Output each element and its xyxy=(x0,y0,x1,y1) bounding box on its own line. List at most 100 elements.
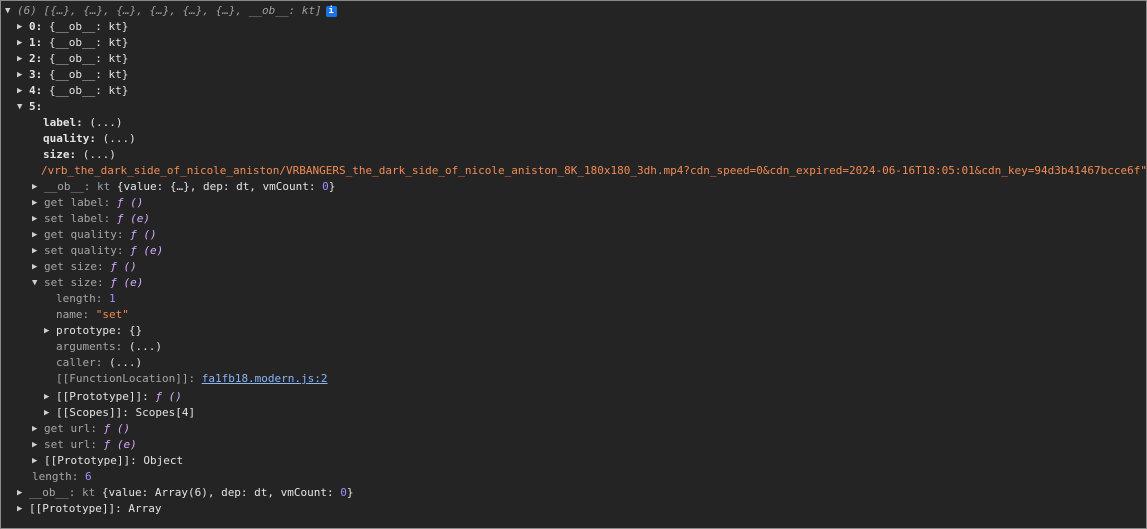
array-item-row[interactable]: 2: {__ob__: kt} xyxy=(17,51,128,67)
ob-summary: {value: {…}, dep: dt, vmCount: xyxy=(116,180,316,193)
function-location-row: [[FunctionLocation]]: fa1fb18.modern.js:… xyxy=(56,371,328,387)
property-key: set size: xyxy=(44,276,104,289)
property-value[interactable]: (...) xyxy=(89,115,122,131)
vmcount-value: 0 xyxy=(340,486,347,499)
expand-triangle-icon[interactable] xyxy=(32,211,44,227)
property-key: name: xyxy=(56,308,90,321)
ob-summary: {value: Array(6), dep: dt, vmCount: xyxy=(101,486,334,499)
array-item-row[interactable]: 3: {__ob__: kt} xyxy=(17,67,128,83)
expand-triangle-icon[interactable] xyxy=(32,227,44,243)
quality-property: quality: (...) xyxy=(43,131,136,147)
array-ob-row[interactable]: __ob__: kt {value: Array(6), dep: dt, vm… xyxy=(17,485,354,501)
setter-row[interactable]: set label: ƒ (e) xyxy=(32,211,150,227)
expand-triangle-icon[interactable] xyxy=(32,179,44,195)
ob-summary-close: } xyxy=(346,486,354,499)
property-key: get size: xyxy=(44,260,104,273)
getter-row[interactable]: get quality: ƒ () xyxy=(32,227,157,243)
array-summary-row[interactable]: (6) [{…}, {…}, {…}, {…}, {…}, {…}, __ob_… xyxy=(5,3,337,19)
length-property: length: 1 xyxy=(56,291,116,307)
expand-triangle-icon[interactable] xyxy=(44,323,56,339)
info-icon[interactable]: i xyxy=(325,5,337,17)
expand-triangle-icon[interactable] xyxy=(44,405,56,421)
expand-triangle-icon[interactable] xyxy=(17,19,29,35)
expand-triangle-icon[interactable] xyxy=(17,67,29,83)
property-key: __ob__: xyxy=(29,486,76,499)
expand-triangle-icon[interactable] xyxy=(44,389,56,405)
expand-triangle-icon[interactable] xyxy=(17,35,29,51)
collapse-triangle-icon[interactable] xyxy=(17,99,29,115)
array-item-row[interactable]: 4: {__ob__: kt} xyxy=(17,83,128,99)
function-value: ƒ (e) xyxy=(110,276,144,289)
item-value: {__ob__: kt} xyxy=(48,36,129,49)
property-key: arguments: xyxy=(56,340,123,353)
expand-triangle-icon[interactable] xyxy=(17,485,29,501)
property-value[interactable]: (...) xyxy=(103,131,136,147)
property-value[interactable]: (...) xyxy=(109,355,142,371)
label-property: label: (...) xyxy=(43,115,123,131)
setter-row[interactable]: set url: ƒ (e) xyxy=(32,437,137,453)
array-item-row[interactable]: 1: {__ob__: kt} xyxy=(17,35,128,51)
function-value: ƒ (e) xyxy=(130,244,164,257)
arguments-property: arguments: (...) xyxy=(56,339,162,355)
expand-triangle-icon[interactable] xyxy=(17,83,29,99)
array-item-5-row[interactable]: 5: xyxy=(17,99,42,115)
ob-property-row[interactable]: __ob__: kt {value: {…}, dep: dt, vmCount… xyxy=(32,179,335,195)
scopes-row[interactable]: [[Scopes]]: Scopes[4] xyxy=(44,405,195,421)
expand-triangle-icon[interactable] xyxy=(17,51,29,67)
function-prototype-row[interactable]: [[Prototype]]: ƒ () xyxy=(44,389,182,405)
property-value[interactable]: (...) xyxy=(83,147,116,163)
function-value: ƒ (e) xyxy=(116,212,150,225)
collapse-triangle-icon[interactable] xyxy=(32,275,44,291)
prototype-row[interactable]: prototype: {} xyxy=(44,323,142,339)
expand-triangle-icon[interactable] xyxy=(32,195,44,211)
property-key: set url: xyxy=(44,438,97,451)
property-value: Scopes[4] xyxy=(135,406,196,419)
item-value: {__ob__: kt} xyxy=(48,52,129,65)
property-key: size: xyxy=(43,148,77,161)
source-link[interactable]: fa1fb18.modern.js:2 xyxy=(202,371,328,387)
item-value: {__ob__: kt} xyxy=(48,20,129,33)
property-value: {} xyxy=(128,324,143,337)
property-key: set label: xyxy=(44,212,111,225)
array-summary: (6) [{…}, {…}, {…}, {…}, {…}, {…}, __ob_… xyxy=(17,4,322,17)
item-value: {__ob__: kt} xyxy=(48,84,129,97)
ob-type: kt xyxy=(81,486,96,499)
item-key: 1 xyxy=(29,36,36,49)
url-string: /vrb_the_dark_side_of_nicole_aniston/VRB… xyxy=(41,164,1147,177)
property-value: Array xyxy=(128,502,162,515)
property-key: get quality: xyxy=(44,228,124,241)
collapse-triangle-icon[interactable] xyxy=(5,3,17,19)
expand-triangle-icon[interactable] xyxy=(32,453,44,469)
ob-type: kt xyxy=(96,180,111,193)
setter-row[interactable]: set quality: ƒ (e) xyxy=(32,243,163,259)
expand-triangle-icon[interactable] xyxy=(32,243,44,259)
item-key: 5: xyxy=(29,100,43,113)
expand-triangle-icon[interactable] xyxy=(17,501,29,517)
property-key: label: xyxy=(43,116,83,129)
property-value: 1 xyxy=(108,292,116,305)
setter-row-expanded[interactable]: set size: ƒ (e) xyxy=(32,275,143,291)
object-prototype-row[interactable]: [[Prototype]]: Object xyxy=(32,453,183,469)
expand-triangle-icon[interactable] xyxy=(32,437,44,453)
expand-triangle-icon[interactable] xyxy=(32,259,44,275)
name-property: name: "set" xyxy=(56,307,129,323)
getter-row[interactable]: get label: ƒ () xyxy=(32,195,143,211)
item-key: 2 xyxy=(29,52,36,65)
property-value[interactable]: (...) xyxy=(129,339,162,355)
property-value: "set" xyxy=(95,308,129,321)
property-value: Object xyxy=(143,454,184,467)
property-key: length: xyxy=(56,292,103,305)
array-prototype-row[interactable]: [[Prototype]]: Array xyxy=(17,501,161,517)
property-key: length: xyxy=(32,470,79,483)
item-key: 4 xyxy=(29,84,36,97)
item-key: 3 xyxy=(29,68,36,81)
getter-row[interactable]: get size: ƒ () xyxy=(32,259,137,275)
getter-row[interactable]: get url: ƒ () xyxy=(32,421,130,437)
array-item-row[interactable]: 0: {__ob__: kt} xyxy=(17,19,128,35)
property-key: [[FunctionLocation]]: xyxy=(56,372,196,385)
array-length-property: length: 6 xyxy=(32,469,92,485)
vmcount-value: 0 xyxy=(322,180,329,193)
item-value: {__ob__: kt} xyxy=(48,68,129,81)
expand-triangle-icon[interactable] xyxy=(32,421,44,437)
property-key: [[Prototype]]: xyxy=(44,454,137,467)
